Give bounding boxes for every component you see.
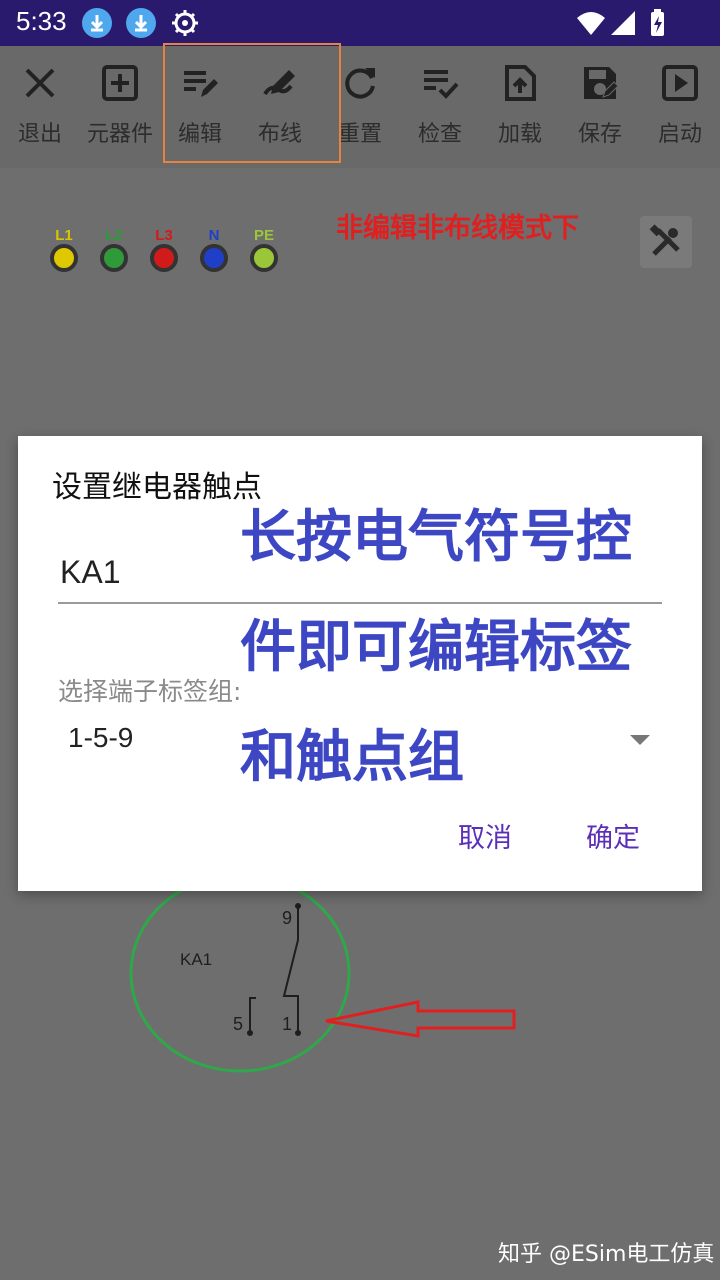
add-box-icon (102, 65, 138, 101)
settings-icon (170, 8, 200, 38)
terminal-label: PE (253, 227, 274, 244)
start-button[interactable]: 启动 (640, 46, 720, 168)
terminal-pe[interactable]: PE (248, 228, 280, 272)
highlight-circle (129, 873, 351, 1073)
terminal-label: L1 (55, 227, 73, 244)
status-time: 5:33 (16, 6, 67, 36)
confirm-button[interactable]: 确定 (586, 816, 640, 855)
terminal-l1[interactable]: L1 (48, 228, 80, 272)
tools-button[interactable] (640, 216, 692, 268)
pin-top-label: 9 (282, 908, 292, 928)
play-box-icon (662, 65, 698, 101)
load-label: 加载 (497, 122, 542, 147)
terminal-label: L3 (155, 227, 173, 244)
download-icon (126, 8, 156, 38)
mode-note: 非编辑非布线模式下 (336, 213, 579, 244)
start-label: 启动 (657, 122, 702, 147)
pointer-arrow (325, 1000, 516, 1038)
wifi-icon (576, 8, 606, 38)
overlay-annotation-line-1: 长按电气符号控 (240, 505, 632, 570)
checklist-icon (424, 70, 459, 99)
relay-label: KA1 (180, 950, 212, 969)
download-icon (82, 8, 112, 38)
components-label: 元器件 (86, 122, 153, 147)
terminal-dot (100, 244, 128, 272)
save-icon (584, 67, 619, 99)
refresh-icon (345, 68, 375, 99)
toolbar: 退出 元器件 编辑 布线 重置 检查 加载 保存 启动 (0, 46, 720, 168)
terminal-dot (150, 244, 178, 272)
relay-contact-diagram[interactable]: KA1 9 5 1 (0, 868, 720, 1108)
overlay-annotation-line-2: 件即可编辑标签 (240, 615, 632, 680)
components-button[interactable]: 元器件 (80, 46, 160, 168)
file-upload-icon (505, 65, 536, 101)
exit-label: 退出 (17, 122, 62, 147)
terminal-dot (50, 244, 78, 272)
save-label: 保存 (577, 122, 622, 147)
terminal-group-value: 1-5-9 (68, 722, 134, 753)
pin-left-label: 5 (233, 1014, 243, 1034)
terminal-label: L2 (105, 227, 123, 244)
terminal-l3[interactable]: L3 (148, 228, 180, 272)
close-icon (25, 68, 55, 98)
terminal-n[interactable]: N (198, 228, 230, 272)
terminal-dot (200, 244, 228, 272)
watermark: 知乎 @ESim电工仿真 (498, 1242, 715, 1267)
dialog-title: 设置继电器触点 (52, 470, 262, 505)
status-bar: 5:33 (0, 0, 720, 46)
cancel-button[interactable]: 取消 (458, 816, 512, 855)
relay-contact-dialog: 设置继电器触点 选择端子标签组: 1-5-9 取消 确定 长按电气符号控 件即可… (18, 436, 702, 891)
save-button[interactable]: 保存 (560, 46, 640, 168)
signal-icon (608, 8, 638, 38)
load-button[interactable]: 加载 (480, 46, 560, 168)
terminal-label: N (208, 227, 220, 244)
terminal-l2[interactable]: L2 (98, 228, 130, 272)
exit-button[interactable]: 退出 (0, 46, 80, 168)
overlay-annotation-line-3: 和触点组 (240, 725, 464, 790)
pin-right-label: 1 (282, 1014, 292, 1034)
check-button[interactable]: 检查 (400, 46, 480, 168)
edit-wiring-highlight-box (163, 43, 341, 163)
terminal-dot (250, 244, 278, 272)
check-label: 检查 (417, 122, 462, 147)
battery-charging-icon (642, 8, 672, 38)
contact-symbol (247, 903, 301, 1036)
tools-icon (649, 224, 680, 256)
terminal-group-label: 选择端子标签组: (58, 677, 242, 706)
